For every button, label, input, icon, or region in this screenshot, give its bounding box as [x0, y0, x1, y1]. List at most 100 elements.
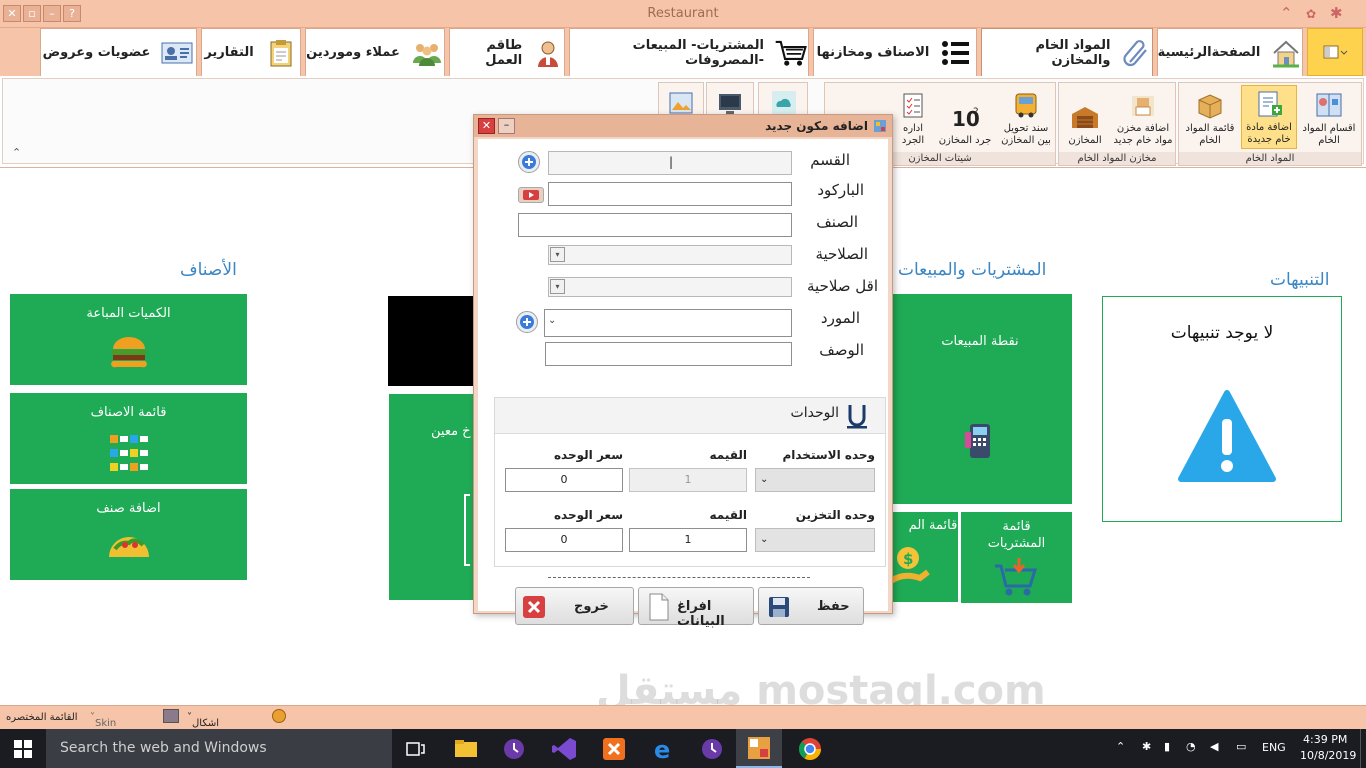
tray-expand-icon[interactable]: ⌃: [1116, 740, 1125, 753]
tab-home[interactable]: الصفحةالرئيسية: [1157, 28, 1303, 76]
units-panel: الوحدات وحده الاستخدام القيمه سعر الوحده…: [494, 397, 886, 567]
inventory-button[interactable]: 10 2 جرد المخازن: [937, 85, 993, 149]
storage-price-field[interactable]: 0: [505, 528, 623, 552]
underline-u-icon: [847, 405, 867, 429]
volume-icon[interactable]: ◀: [1210, 740, 1218, 753]
validity-dropdown-icon[interactable]: ▾: [550, 247, 565, 262]
exit-button[interactable]: خروج: [515, 587, 634, 625]
alerts-message: لا يوجد تنبيهات: [1170, 323, 1274, 343]
barcode-field[interactable]: [548, 182, 792, 206]
clear-data-button[interactable]: افراغ البيانات: [638, 587, 754, 629]
message-icon[interactable]: ▭: [1236, 740, 1246, 753]
stores-button[interactable]: المخازن: [1061, 85, 1109, 149]
file-explorer-icon[interactable]: [452, 735, 480, 763]
tab-purchases[interactable]: المشتريات- المبيعات -المصروفات: [569, 28, 809, 76]
tile-black-partial[interactable]: [388, 296, 478, 386]
storage-unit-label: وحده التخزين: [795, 508, 875, 522]
tile-sold-quantities[interactable]: الكميات المباعة: [10, 294, 247, 385]
tab-items[interactable]: الاصناف ومخازنها: [813, 28, 977, 76]
skin-icon[interactable]: ✿: [1306, 7, 1316, 21]
ribbon-group-label: مخازن المواد الخام: [1059, 152, 1175, 165]
add-ingredient-dialog: ✕ – اضافه مكون جديد القسم | الباركود الص…: [473, 114, 893, 629]
transfer-button[interactable]: سند تحويل بين المخازن: [997, 85, 1055, 149]
money-hand-icon: $: [890, 547, 930, 585]
tab-label: الصفحةالرئيسية: [1157, 45, 1261, 60]
add-supplier-button[interactable]: [516, 311, 538, 333]
clock-date[interactable]: 10/8/2019: [1300, 749, 1356, 762]
tile-add-item[interactable]: اضافة صنف: [10, 489, 247, 580]
min-validity-dropdown-icon[interactable]: ▾: [550, 279, 565, 294]
palette-icon[interactable]: [163, 709, 179, 723]
storage-value-field[interactable]: 1: [629, 528, 747, 552]
show-desktop-button[interactable]: [1360, 729, 1366, 768]
tile-purchases-list[interactable]: قائمة المشتريات: [961, 512, 1072, 603]
ribbon-group-raw-stores: اضافة مخزن مواد خام جديد المخازن مخازن ا…: [1058, 82, 1176, 166]
usage-price-label: سعر الوحده: [553, 448, 623, 462]
clipboard-icon: [264, 37, 298, 69]
raw-sections-button[interactable]: اقسام المواد الخام: [1299, 85, 1359, 149]
dialog-minimize-icon[interactable]: –: [498, 118, 515, 134]
collapse-ribbon-icon[interactable]: ⌃: [12, 146, 21, 159]
skin-palette-dropdown[interactable]: ˅ Skin Palette: [90, 712, 130, 740]
task-view-icon[interactable]: [402, 735, 430, 763]
app-icon: [874, 120, 886, 132]
chevron-up-icon[interactable]: ⌃: [1280, 4, 1293, 22]
quick-list-label[interactable]: القائمة المختصره: [6, 712, 78, 723]
alerts-heading: التنبيهات: [1270, 270, 1330, 290]
quick-access-tab[interactable]: [1307, 28, 1363, 76]
dialog-close-icon[interactable]: ✕: [478, 118, 495, 134]
validity-field[interactable]: [548, 245, 792, 265]
tile-items-list[interactable]: قائمة الاصناف: [10, 393, 247, 484]
program-skins-dropdown[interactable]: ˅ اشكال البرنامج: [187, 712, 224, 740]
alerts-panel: لا يوجد تنبيهات: [1102, 296, 1342, 522]
manage-inventory-button[interactable]: اداره الجرد: [891, 85, 935, 149]
wifi-icon[interactable]: ◔: [1186, 740, 1196, 753]
description-field[interactable]: [545, 342, 792, 366]
taskbar-search-box[interactable]: Search the web and Windows: [46, 729, 392, 768]
help-circle-icon[interactable]: ✱: [1330, 4, 1343, 22]
chrome-icon[interactable]: [796, 735, 824, 763]
edge-icon[interactable]: e: [650, 735, 678, 763]
language-indicator[interactable]: ENG: [1262, 741, 1286, 754]
divider: [548, 577, 810, 578]
storage-value-label: القيمه: [709, 508, 747, 522]
save-button[interactable]: حفظ: [758, 587, 864, 625]
tab-staff[interactable]: طاقم العمل: [449, 28, 565, 76]
list-icon: [939, 37, 973, 69]
skin-icon[interactable]: [272, 709, 286, 723]
add-section-button[interactable]: [518, 151, 540, 173]
raw-materials-list-button[interactable]: قائمة المواد الخام: [1181, 85, 1239, 149]
tab-clients[interactable]: عملاء وموردين: [305, 28, 445, 76]
usage-unit-combo[interactable]: ⌄: [755, 468, 875, 492]
add-store-button[interactable]: اضافة مخزن مواد خام جديد: [1111, 85, 1175, 149]
supplier-combo[interactable]: ⌄: [544, 309, 792, 337]
units-header: الوحدات: [495, 398, 885, 434]
usage-value-field[interactable]: 1: [629, 468, 747, 492]
users-icon: [410, 37, 444, 69]
tab-members[interactable]: عضويات وعروض: [40, 28, 197, 76]
tab-reports[interactable]: التقارير: [201, 28, 301, 76]
clock-app-icon[interactable]: [500, 735, 528, 763]
clock-app-icon-2[interactable]: [698, 735, 726, 763]
tab-raw-materials[interactable]: المواد الخام والمخازن: [981, 28, 1153, 76]
validity-label: الصلاحية: [815, 245, 868, 263]
usage-price-field[interactable]: 0: [505, 468, 623, 492]
tile-sales-list-partial[interactable]: قائمة الم $: [888, 512, 958, 602]
storage-unit-combo[interactable]: ⌄: [755, 528, 875, 552]
xampp-icon[interactable]: [600, 735, 628, 763]
add-raw-material-button[interactable]: اضافة مادة خام جديدة: [1241, 85, 1297, 149]
bluetooth-icon[interactable]: ✱: [1142, 740, 1151, 753]
barcode-scan-button[interactable]: [518, 187, 544, 203]
tile-date-report-partial[interactable]: خ معين: [389, 394, 478, 600]
min-validity-field[interactable]: [548, 277, 792, 297]
warning-icon: [1178, 390, 1276, 482]
bus-icon: [1015, 93, 1037, 118]
active-app-taskbar-item[interactable]: [736, 729, 782, 768]
visual-studio-icon[interactable]: [550, 735, 578, 763]
tile-point-of-sale[interactable]: نقطة المبيعات: [888, 294, 1072, 504]
category-field[interactable]: [518, 213, 792, 237]
section-field[interactable]: |: [548, 151, 792, 175]
windows-start-icon[interactable]: [14, 740, 32, 758]
network-icon[interactable]: ▮: [1164, 740, 1170, 753]
clock-time[interactable]: 4:39 PM: [1303, 733, 1347, 746]
